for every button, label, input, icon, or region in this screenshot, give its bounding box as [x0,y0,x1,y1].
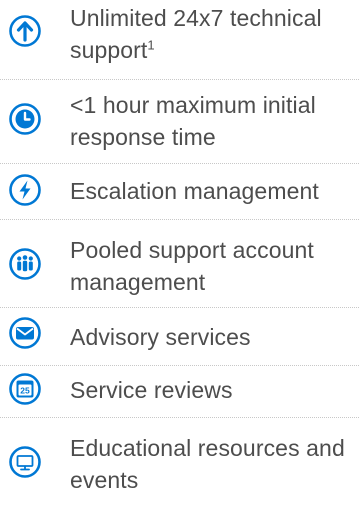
item-label: Service reviews [70,377,233,403]
item-label: Pooled support account management [70,237,314,295]
list-item-response-time: <1 hour maximum initial response time [0,80,359,162]
list-item-technical-support: Unlimited 24x7 technical support1 [0,0,359,78]
footnote-marker: 1 [147,37,155,53]
item-label: Educational resources and events [70,435,345,493]
item-label: <1 hour maximum initial response time [70,92,316,150]
list-item-educational: Educational resources and events [0,418,359,506]
item-label: Advisory services [70,324,251,350]
lightning-bolt-icon [8,173,42,207]
envelope-icon [8,316,42,350]
monitor-icon [8,445,42,479]
arrow-up-circle-icon [8,14,42,48]
list-item-escalation: Escalation management [0,164,359,218]
support-benefits-list: Unlimited 24x7 technical support1 <1 hou… [0,0,359,506]
calendar-badge: 25 [20,386,30,396]
list-item-account-management: Pooled support account management [0,220,359,306]
item-label: Unlimited 24x7 technical support1 [70,5,322,63]
calendar-icon: 25 [8,372,42,406]
clock-icon [8,102,42,136]
people-group-icon [8,247,42,281]
item-label: Escalation management [70,178,319,204]
list-item-service-reviews: 25 Service reviews [0,366,359,416]
list-item-advisory: Advisory services [0,308,359,364]
